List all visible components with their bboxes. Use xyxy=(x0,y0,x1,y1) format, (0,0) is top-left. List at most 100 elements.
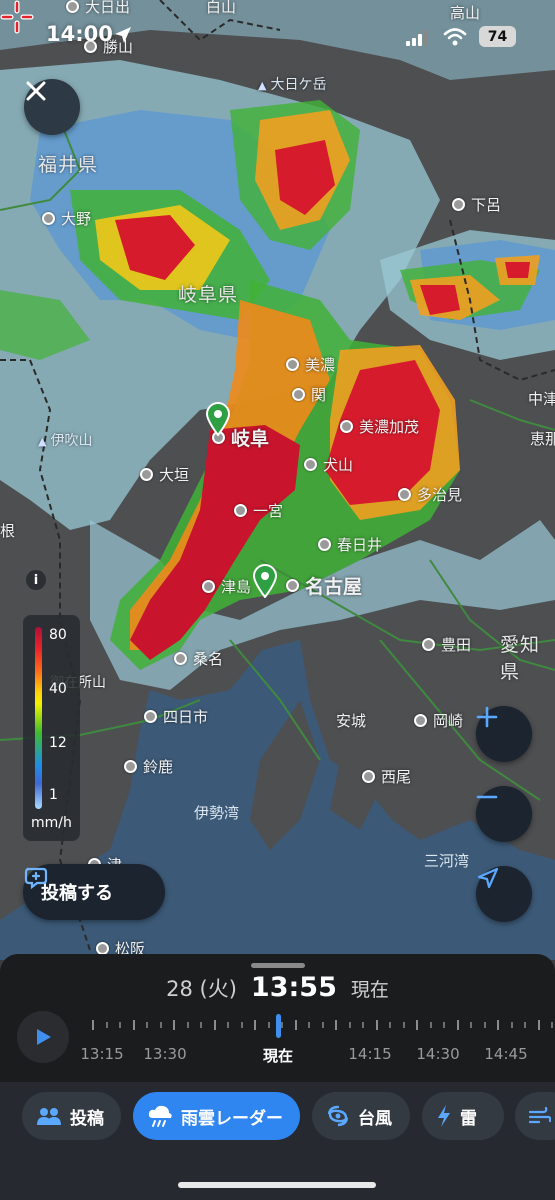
city-tajimi[interactable]: 多治見 xyxy=(398,484,462,505)
city-label: 多治見 xyxy=(417,486,463,504)
slider-thumb[interactable] xyxy=(276,1014,281,1038)
city-ichinomiya[interactable]: 一宮 xyxy=(234,500,283,521)
app-screen: 福井県 岐阜県 愛知県 ▲ 大日ケ岳 ▲ 伊吹山 伊勢湾 三河湾 大日出 白山 高山… xyxy=(0,0,555,1200)
slider-tick xyxy=(443,1022,445,1028)
close-button[interactable] xyxy=(24,79,80,135)
legend-value: 12 xyxy=(49,735,67,751)
city-ena[interactable]: 恵那 xyxy=(530,428,555,449)
legend-color-scale xyxy=(35,627,42,809)
city-label: 西尾 xyxy=(381,768,412,786)
tab-label: 投稿 xyxy=(70,1108,104,1129)
city-yokkaichi[interactable]: 四日市 xyxy=(144,706,208,727)
play-button[interactable] xyxy=(17,1011,69,1063)
slider-tick xyxy=(119,1022,121,1028)
mountain-label: 伊吹山 xyxy=(50,433,93,449)
tab-rain-radar[interactable]: 雨雲レーダー xyxy=(133,1092,300,1140)
city-okazaki[interactable]: 岡崎 xyxy=(414,710,463,731)
plus-icon xyxy=(476,706,498,728)
city-toyota[interactable]: 豊田 xyxy=(422,634,471,655)
location-pin-icon[interactable] xyxy=(252,564,278,598)
slider-tick xyxy=(159,1022,162,1028)
status-time: 14:00 xyxy=(46,22,113,46)
tab-wind[interactable] xyxy=(515,1092,555,1140)
close-icon xyxy=(26,81,46,101)
play-icon xyxy=(37,1029,51,1045)
slider-tick xyxy=(200,1022,202,1028)
rain-cloud-icon xyxy=(148,1105,172,1127)
city-inuyama[interactable]: 犬山 xyxy=(304,454,353,475)
city-label: 一宮 xyxy=(253,502,284,520)
time-label: 13:55 xyxy=(250,972,337,1003)
sheet-handle[interactable] xyxy=(251,963,305,968)
label-gifu-pref: 岐阜県 xyxy=(178,284,239,306)
city-mino[interactable]: 美濃 xyxy=(286,354,335,375)
city-ogaki[interactable]: 大垣 xyxy=(140,464,189,485)
navigation-arrow-icon xyxy=(477,867,499,889)
city-anjo[interactable]: 安城 xyxy=(336,710,366,731)
post-chat-icon xyxy=(24,867,48,890)
city-minokamo[interactable]: 美濃加茂 xyxy=(340,416,419,437)
post-button[interactable]: 投稿する xyxy=(23,864,165,920)
city-gero[interactable]: 下呂 xyxy=(452,194,501,215)
city-nakatsugawa[interactable]: 中津 xyxy=(528,388,555,409)
legend-value: 80 xyxy=(49,627,67,643)
slider-tick xyxy=(551,1022,553,1028)
city-label: 中津 xyxy=(528,390,555,408)
city-label: 岐阜 xyxy=(231,428,270,450)
minus-icon xyxy=(476,795,498,799)
city-label: 四日市 xyxy=(163,708,209,726)
slider-tick xyxy=(416,1020,418,1030)
city-tsushima[interactable]: 津島 xyxy=(202,576,251,597)
slider-tick xyxy=(470,1022,472,1028)
city-dot xyxy=(42,212,55,225)
radar-map[interactable]: 福井県 岐阜県 愛知県 ▲ 大日ケ岳 ▲ 伊吹山 伊勢湾 三河湾 大日出 白山 高山… xyxy=(0,0,555,960)
slider-tick xyxy=(92,1020,94,1030)
slider-tick xyxy=(348,1022,351,1028)
zoom-in-button[interactable] xyxy=(476,706,532,762)
radar-overlay xyxy=(0,0,555,960)
tab-post[interactable]: 投稿 xyxy=(22,1092,121,1140)
city-suzuka[interactable]: 鈴鹿 xyxy=(124,756,173,777)
slider-tick xyxy=(375,1020,378,1030)
city-label: 関 xyxy=(311,386,327,404)
city-label: 大野 xyxy=(61,210,92,228)
city-label: 名古屋 xyxy=(305,576,363,598)
time-mark: 14:30 xyxy=(416,1045,460,1063)
city-dot xyxy=(174,652,187,665)
mountain-icon: ▲ xyxy=(38,435,47,448)
label-fukui-pref: 福井県 xyxy=(38,154,99,176)
city-label: 春日井 xyxy=(337,536,383,554)
city-label: 安城 xyxy=(336,712,367,730)
legend-unit: mm/h xyxy=(31,815,72,831)
city-nagoya[interactable]: 名古屋 xyxy=(286,572,362,599)
slider-tick xyxy=(213,1020,216,1030)
current-location-button[interactable] xyxy=(476,866,532,922)
city-seki[interactable]: 関 xyxy=(292,384,326,405)
location-pin-icon[interactable] xyxy=(205,402,231,436)
label-mikawa-bay: 三河湾 xyxy=(424,852,470,870)
info-icon[interactable]: i xyxy=(26,570,46,590)
current-timestamp: 28 (火) 13:55 現在 xyxy=(0,972,555,1012)
wind-icon xyxy=(529,1106,551,1124)
city-dot xyxy=(340,420,353,433)
city-dot xyxy=(140,468,153,481)
time-slider[interactable]: 13:15 13:30 現在 14:15 14:30 14:45 xyxy=(80,1014,555,1074)
time-mark: 14:45 xyxy=(484,1045,528,1063)
slider-tick xyxy=(281,1022,283,1028)
time-mark: 13:15 xyxy=(80,1045,124,1063)
city-kuwana[interactable]: 桑名 xyxy=(174,648,223,669)
slider-tick xyxy=(537,1020,540,1030)
city-kasugai[interactable]: 春日井 xyxy=(318,534,382,555)
tab-label: 雨雲レーダー xyxy=(181,1108,283,1129)
city-ono[interactable]: 大野 xyxy=(42,208,91,229)
slider-tick xyxy=(146,1022,148,1028)
typhoon-icon xyxy=(327,1105,349,1127)
city-nishio[interactable]: 西尾 xyxy=(362,766,411,787)
zoom-out-button[interactable] xyxy=(476,786,532,842)
mountain-icon: ▲ xyxy=(258,79,267,92)
tab-label: 雷 xyxy=(460,1108,477,1129)
lightning-icon xyxy=(438,1105,450,1127)
city-ne[interactable]: 根 xyxy=(0,520,15,541)
tab-lightning[interactable]: 雷 xyxy=(422,1092,504,1140)
tab-typhoon[interactable]: 台風 xyxy=(312,1092,410,1140)
